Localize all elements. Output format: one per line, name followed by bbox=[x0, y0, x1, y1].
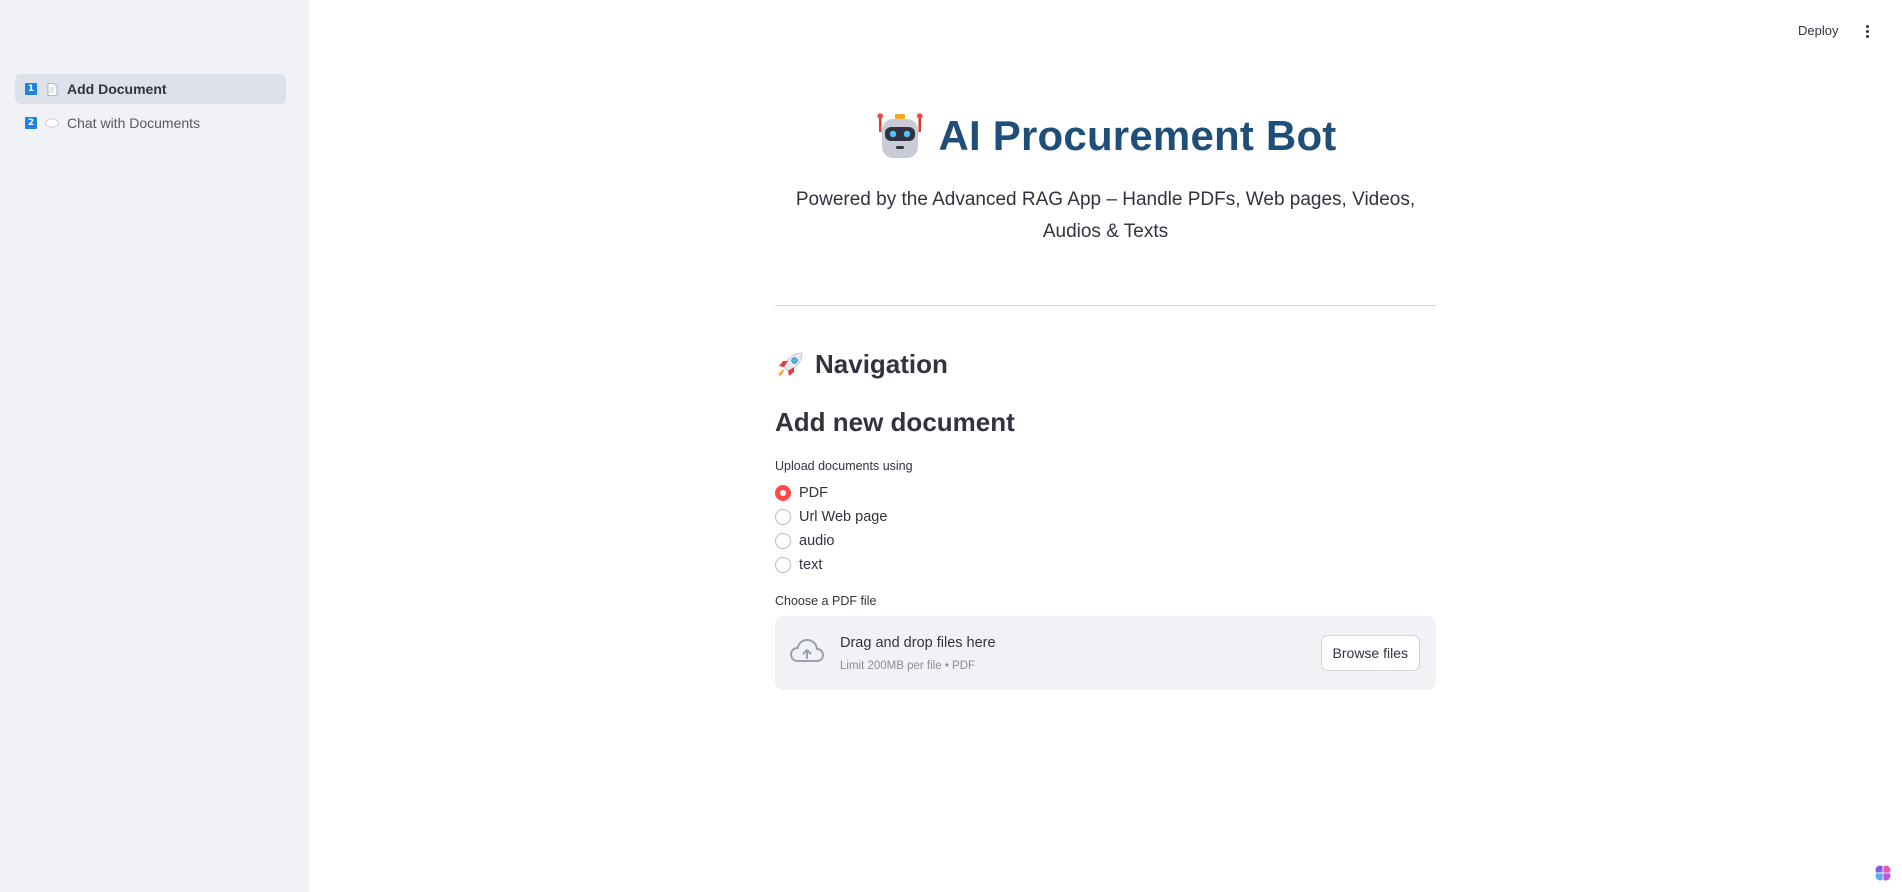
sidebar-item-add-document[interactable]: 1 Add Document bbox=[15, 74, 286, 104]
page-title-row: AI Procurement Bot bbox=[775, 112, 1436, 160]
radio-label: text bbox=[799, 557, 823, 573]
radio-option-url-web-page[interactable]: Url Web page bbox=[775, 505, 887, 529]
number-badge-icon: 2 bbox=[25, 117, 37, 129]
radio-option-pdf[interactable]: PDF bbox=[775, 481, 887, 505]
speech-bubble-icon bbox=[45, 116, 59, 130]
file-uploader-label: Choose a PDF file bbox=[775, 594, 877, 608]
file-dropzone[interactable]: Drag and drop files here Limit 200MB per… bbox=[775, 616, 1436, 690]
more-vertical-icon[interactable] bbox=[1860, 20, 1874, 42]
cloud-upload-icon bbox=[789, 638, 825, 662]
divider bbox=[775, 305, 1436, 306]
dropzone-limit-text: Limit 200MB per file • PDF bbox=[840, 660, 976, 672]
number-badge-icon: 1 bbox=[25, 83, 37, 95]
radio-indicator[interactable] bbox=[775, 509, 791, 525]
document-icon bbox=[45, 82, 59, 96]
navigation-heading-label: Navigation bbox=[815, 349, 948, 379]
page-subtitle: Powered by the Advanced RAG App – Handle… bbox=[795, 189, 1416, 242]
app-root: 1 Add Document 2 Chat with Documents Dep… bbox=[0, 0, 1902, 892]
radio-option-audio[interactable]: audio bbox=[775, 529, 887, 553]
sidebar: 1 Add Document 2 Chat with Documents bbox=[0, 0, 309, 892]
radio-indicator[interactable] bbox=[775, 557, 791, 573]
brain-icon[interactable] bbox=[1874, 864, 1892, 882]
robot-icon bbox=[876, 113, 923, 158]
navigation-heading: Navigation bbox=[775, 349, 948, 380]
radio-option-text[interactable]: text bbox=[775, 553, 887, 577]
page-title: AI Procurement Bot bbox=[938, 112, 1337, 159]
upload-method-radio-group: PDF Url Web page audio text bbox=[775, 481, 887, 577]
browse-files-button[interactable]: Browse files bbox=[1320, 635, 1420, 671]
deploy-button[interactable]: Deploy bbox=[1794, 20, 1842, 41]
radio-indicator[interactable] bbox=[775, 533, 791, 549]
sidebar-item-chat-with-documents[interactable]: 2 Chat with Documents bbox=[15, 108, 286, 138]
radio-label: PDF bbox=[799, 485, 828, 501]
upload-method-label: Upload documents using bbox=[775, 459, 913, 473]
radio-label: audio bbox=[799, 533, 835, 549]
rocket-icon bbox=[778, 352, 803, 376]
sidebar-item-label: Add Document bbox=[67, 81, 167, 97]
dropzone-title: Drag and drop files here bbox=[840, 635, 996, 651]
section-heading: Add new document bbox=[775, 407, 1015, 437]
radio-label: Url Web page bbox=[799, 509, 888, 525]
radio-indicator[interactable] bbox=[775, 485, 791, 501]
sidebar-nav: 1 Add Document 2 Chat with Documents bbox=[15, 74, 286, 142]
sidebar-item-label: Chat with Documents bbox=[67, 115, 201, 131]
